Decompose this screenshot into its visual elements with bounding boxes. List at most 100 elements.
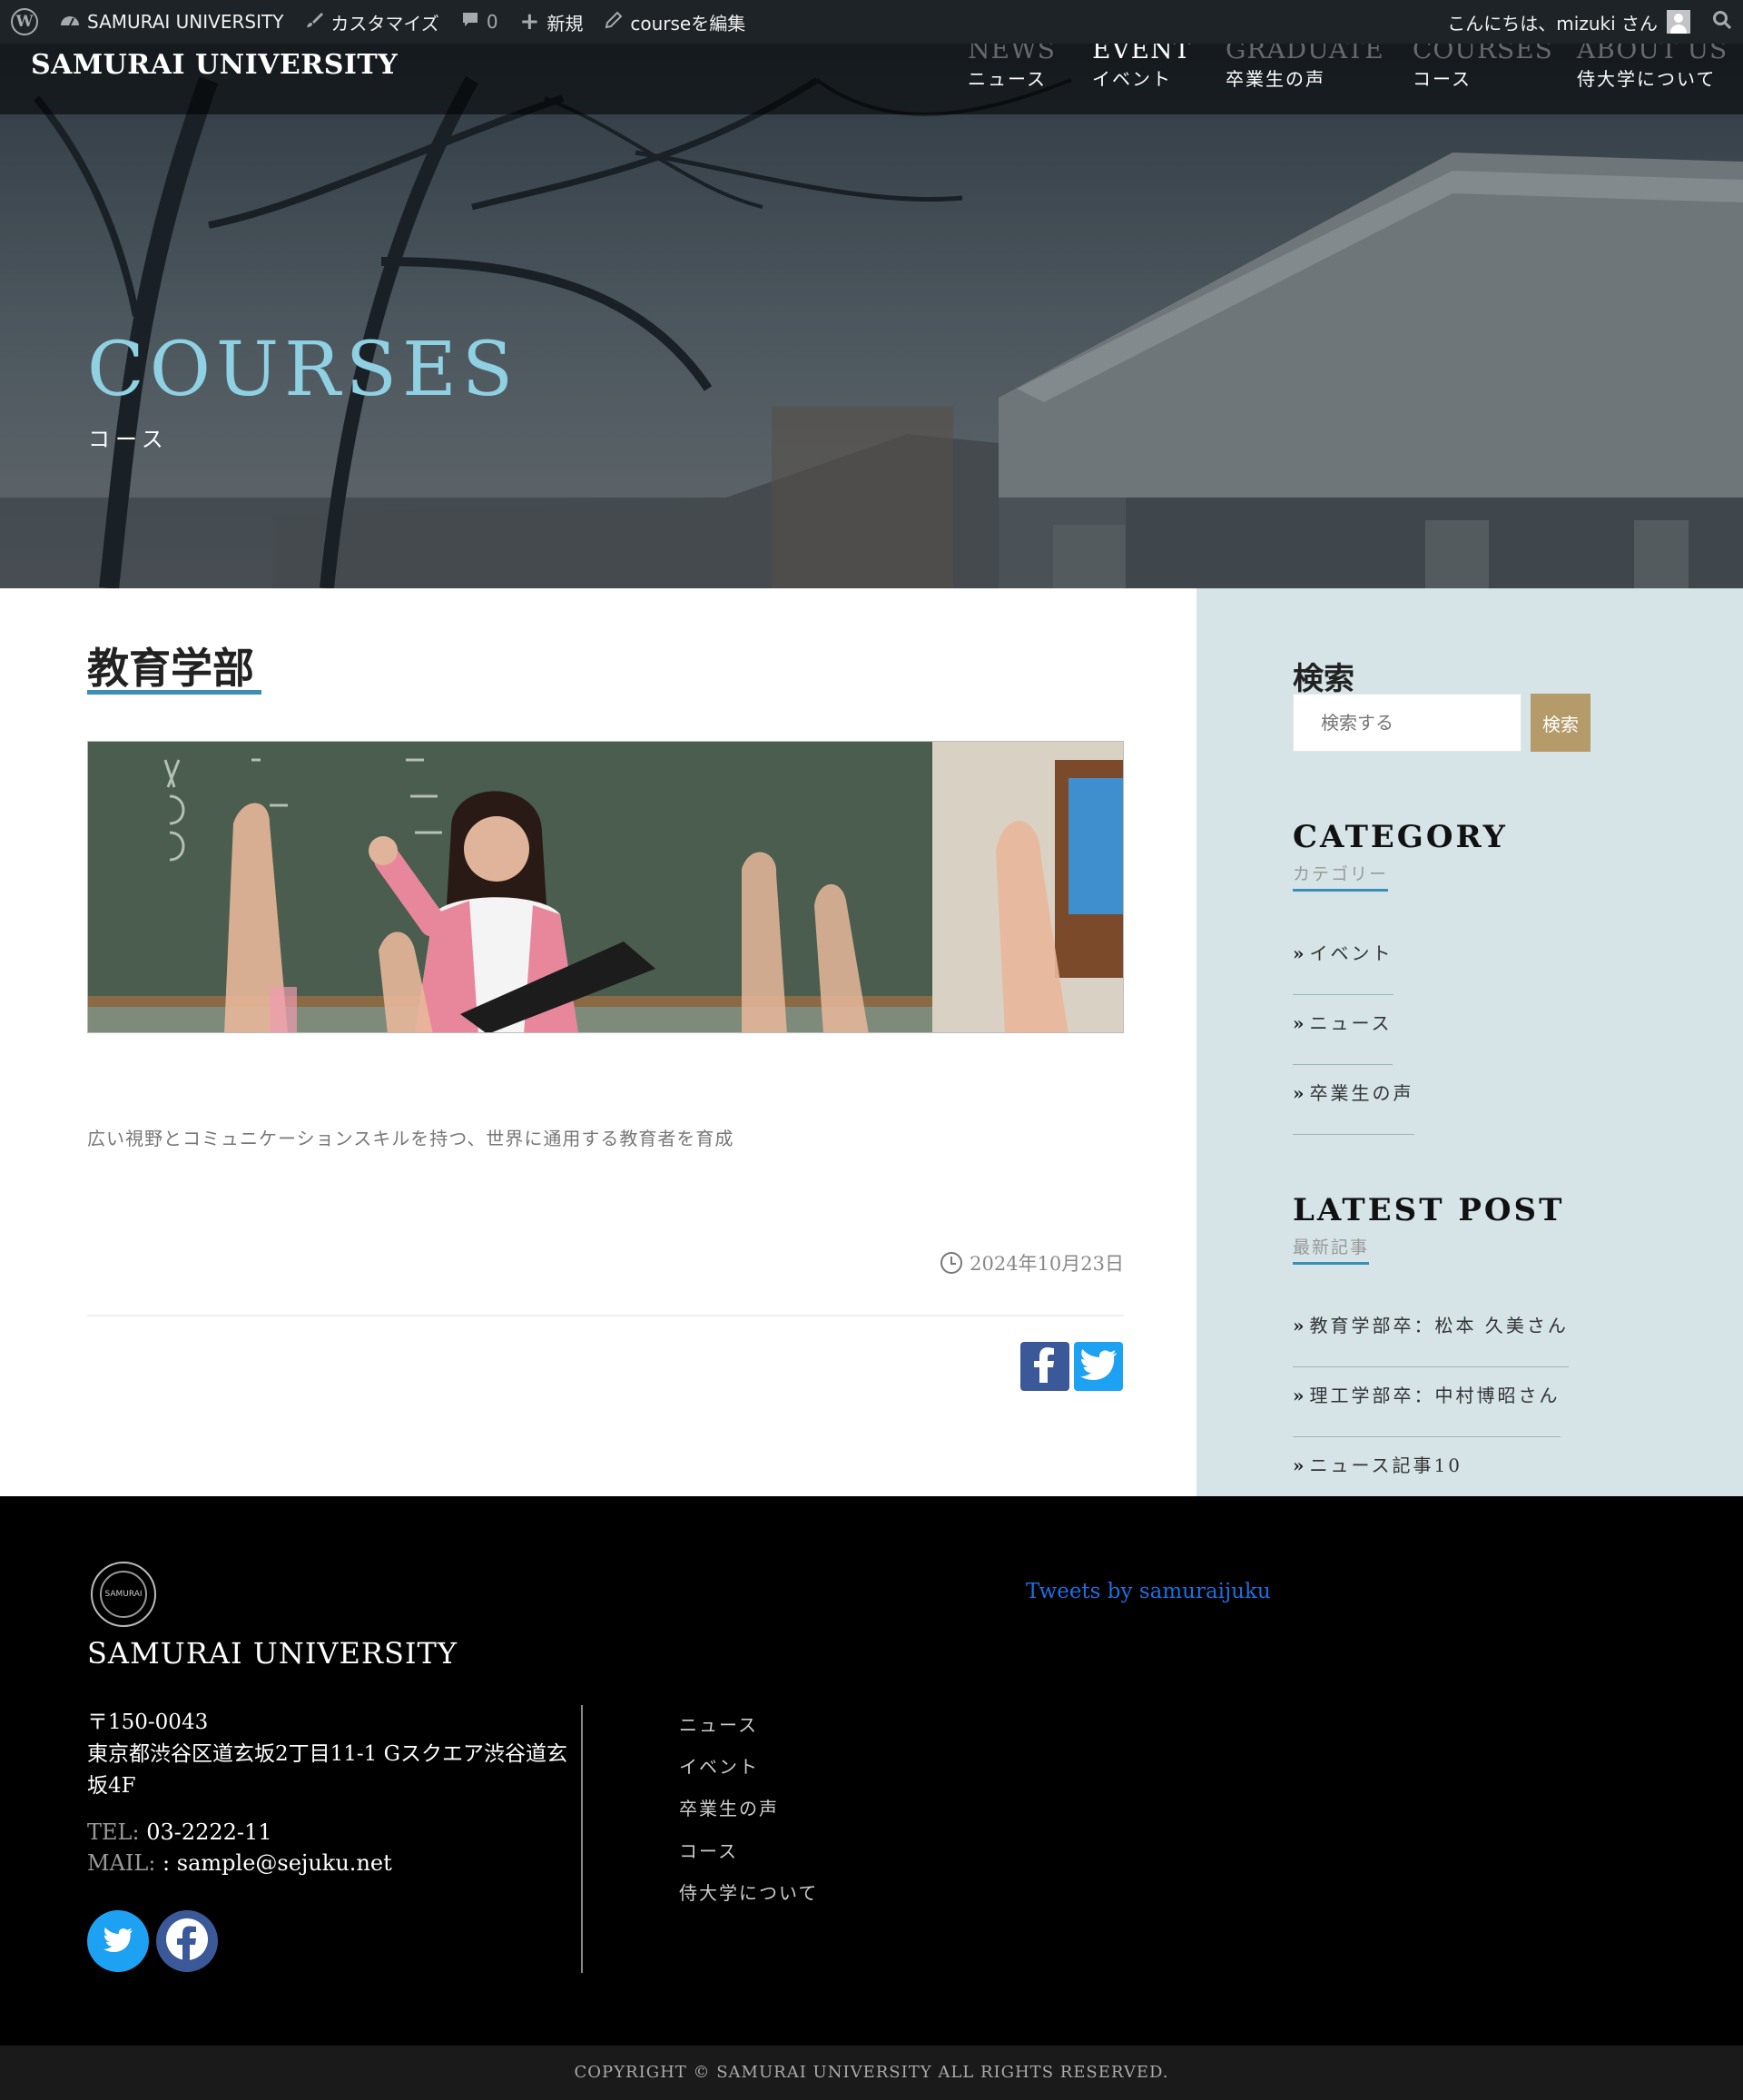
site-header: SAMURAI UNIVERSITY NEWS ニュース EVENT イベント … (0, 44, 1743, 114)
admin-greeting: こんにちは、mizuki さん (1447, 12, 1658, 35)
mail-label: MAIL: (87, 1850, 156, 1876)
post-title-underline (87, 690, 261, 695)
footer-tel: TEL: 03-2222-11 (87, 1819, 272, 1845)
latest-post-label: 教育学部卒：松本 久美さん (1309, 1315, 1569, 1336)
tel-value: 03-2222-11 (139, 1819, 272, 1845)
wordpress-icon: W (11, 8, 38, 35)
nav-event-en: EVENT (1092, 44, 1192, 64)
page-title: COURSES (87, 327, 519, 413)
pencil-icon (605, 11, 623, 34)
admin-new[interactable]: + 新規 (509, 0, 595, 44)
footer-facebook-button[interactable] (156, 1910, 218, 1972)
copyright: COPYRIGHT © SAMURAI UNIVERSITY ALL RIGHT… (0, 2046, 1743, 2100)
mail-value: : sample@sejuku.net (155, 1850, 392, 1876)
chevron-right-icon: » (1293, 942, 1305, 964)
dashboard-icon (60, 11, 80, 33)
category-label: ニュース (1309, 1012, 1393, 1034)
site-title[interactable]: SAMURAI UNIVERSITY (31, 49, 398, 81)
category-link-news[interactable]: » ニュース (1293, 1009, 1393, 1065)
nav-news-en: NEWS (968, 44, 1056, 64)
category-heading: CATEGORY (1293, 819, 1508, 855)
search-button[interactable]: 検索 (1531, 694, 1590, 752)
hero: SAMURAI UNIVERSITY NEWS ニュース EVENT イベント … (0, 44, 1743, 588)
tweets-link[interactable]: Tweets by samuraijuku (1026, 1580, 1271, 1603)
latest-post-link[interactable]: » 教育学部卒：松本 久美さん (1293, 1311, 1569, 1367)
twitter-icon (1080, 1349, 1117, 1384)
plus-icon: + (519, 8, 540, 35)
footer-nav-graduate[interactable]: 卒業生の声 (679, 1794, 779, 1820)
footer-address: 〒150-0043 東京都渋谷区道玄坂2丁目11-1 Gスクエア渋谷道玄坂4F (87, 1707, 577, 1802)
share-twitter-button[interactable] (1074, 1342, 1123, 1391)
chevron-right-icon: » (1293, 1315, 1305, 1336)
facebook-icon (164, 1917, 210, 1966)
admin-account[interactable]: こんにちは、mizuki さん (1436, 0, 1701, 44)
latest-post-label: 理工学部卒：中村博昭さん (1309, 1385, 1561, 1406)
nav-courses-en: COURSES (1413, 44, 1553, 64)
nav-about-en: ABOUT US (1577, 44, 1728, 64)
comment-icon (461, 11, 479, 34)
category-subheading: カテゴリー (1293, 861, 1389, 892)
chevron-right-icon: » (1293, 1454, 1305, 1476)
sidebar: 検索 検索 CATEGORY カテゴリー »イベント »ニュース »卒業生の声 … (1196, 588, 1743, 1507)
footer-divider (581, 1705, 583, 1973)
footer-mail: MAIL: : sample@sejuku.net (87, 1850, 392, 1876)
category-link-graduate[interactable]: » 卒業生の声 (1293, 1079, 1414, 1135)
admin-new-label: 新規 (547, 12, 584, 35)
admin-site-name[interactable]: SAMURAI UNIVERSITY (49, 0, 294, 44)
admin-bar: W SAMURAI UNIVERSITY カスタマイズ 0 + 新規 cours… (0, 0, 1743, 44)
hero-overlay (0, 44, 1743, 588)
admin-edit-label: courseを編集 (630, 12, 746, 35)
category-label: 卒業生の声 (1309, 1082, 1414, 1104)
chevron-right-icon: » (1293, 1385, 1305, 1406)
footer-nav-news[interactable]: ニュース (679, 1711, 758, 1737)
footer: SAMURAI SAMURAI UNIVERSITY 〒150-0043 東京都… (0, 1496, 1743, 2046)
post-date-text: 2024年10月23日 (970, 1253, 1124, 1275)
footer-nav-about[interactable]: 侍大学について (679, 1878, 818, 1905)
category-link-event[interactable]: » イベント (1293, 939, 1393, 995)
wordpress-menu[interactable]: W (0, 0, 49, 44)
footer-zip: 〒150-0043 (87, 1711, 209, 1734)
search-icon (1712, 10, 1732, 35)
category-label: イベント (1309, 942, 1393, 964)
admin-site-name-label: SAMURAI UNIVERSITY (87, 11, 284, 33)
footer-title: SAMURAI UNIVERSITY (87, 1636, 458, 1671)
nav-graduate-en: GRADUATE (1226, 44, 1384, 64)
footer-twitter-button[interactable] (87, 1910, 149, 1972)
search-input[interactable] (1293, 694, 1521, 752)
chevron-right-icon: » (1293, 1012, 1305, 1034)
share-facebook-button[interactable] (1020, 1342, 1069, 1391)
twitter-icon (103, 1927, 133, 1956)
nav-news-ja: ニュース (968, 68, 1047, 90)
footer-nav-event[interactable]: イベント (679, 1752, 759, 1779)
page-subtitle: コース (88, 427, 169, 452)
nav-graduate-ja: 卒業生の声 (1226, 68, 1325, 90)
footer-logo[interactable]: SAMURAI (91, 1562, 156, 1627)
chevron-right-icon: » (1293, 1082, 1305, 1104)
facebook-icon (1029, 1346, 1060, 1386)
brush-icon (305, 11, 324, 34)
avatar (1667, 10, 1690, 34)
post-featured-image (87, 741, 1124, 1033)
university-emblem-icon: SAMURAI (100, 1571, 147, 1618)
nav-courses-ja: コース (1413, 68, 1472, 90)
admin-comments-count: 0 (486, 11, 498, 33)
admin-search[interactable] (1701, 0, 1743, 44)
latest-post-heading: LATEST POST (1293, 1192, 1565, 1228)
admin-comments[interactable]: 0 (450, 0, 509, 44)
admin-customize-label: カスタマイズ (330, 12, 439, 35)
clock-icon (940, 1252, 963, 1274)
main-content: 教育学部 広い視野とコミュニケーションスキルを持つ、世界に通用する教育者を育成 … (0, 588, 1196, 1496)
post-date: 2024年10月23日 (940, 1249, 1124, 1277)
footer-address-line: 東京都渋谷区道玄坂2丁目11-1 Gスクエア渋谷道玄坂4F (87, 1742, 567, 1798)
post-body-text: 広い視野とコミュニケーションスキルを持つ、世界に通用する教育者を育成 (87, 1128, 734, 1149)
divider (87, 1315, 1124, 1316)
latest-post-subheading: 最新記事 (1293, 1234, 1370, 1265)
nav-event-ja: イベント (1092, 68, 1172, 90)
latest-post-link[interactable]: » 理工学部卒：中村博昭さん (1293, 1381, 1561, 1437)
latest-post-label: ニュース記事10 (1309, 1454, 1462, 1476)
admin-customize[interactable]: カスタマイズ (294, 0, 449, 44)
admin-edit[interactable]: courseを編集 (594, 0, 756, 44)
tel-label: TEL: (87, 1819, 140, 1845)
footer-nav-courses[interactable]: コース (679, 1837, 738, 1863)
nav-about-ja: 侍大学について (1577, 68, 1717, 90)
